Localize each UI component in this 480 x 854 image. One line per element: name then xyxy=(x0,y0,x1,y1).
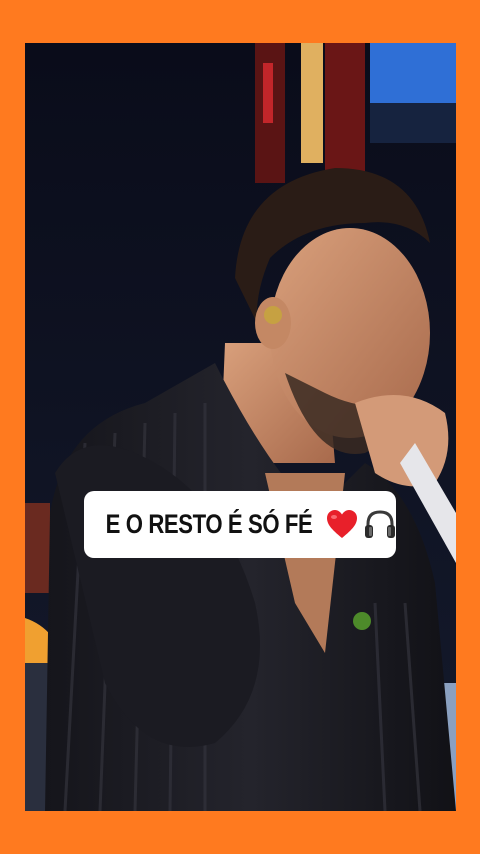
caption-banner: E O RESTO É SÓ FÉ xyxy=(84,491,396,558)
singer-illustration xyxy=(25,43,456,811)
concert-photo xyxy=(25,43,456,811)
caption-emoji-group xyxy=(325,508,397,542)
headphones-icon xyxy=(363,508,397,542)
orange-frame: E O RESTO É SÓ FÉ xyxy=(0,0,480,854)
red-heart-icon xyxy=(325,508,359,542)
caption-text: E O RESTO É SÓ FÉ xyxy=(105,509,313,539)
